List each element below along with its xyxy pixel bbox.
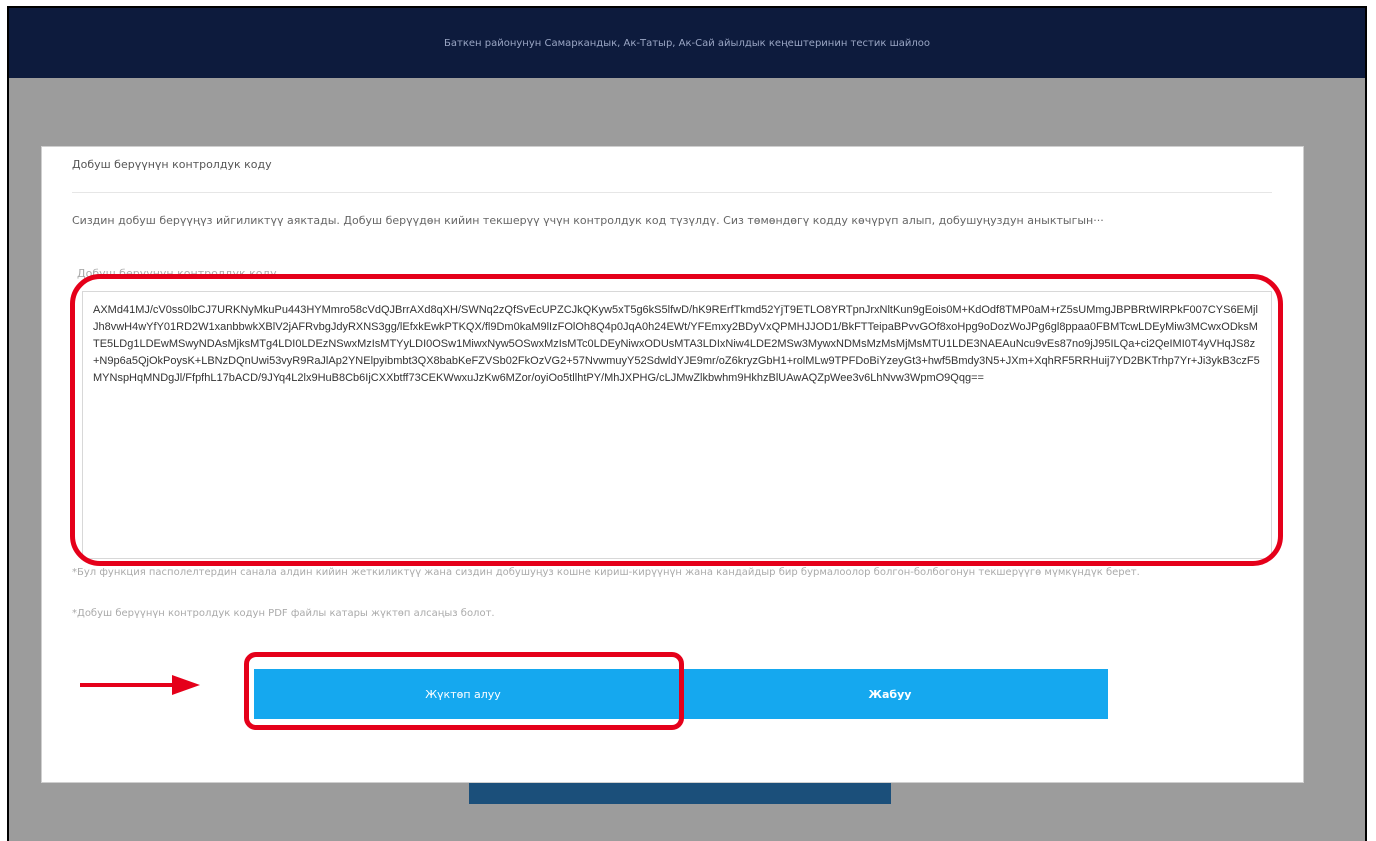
control-code-label: Добуш берүүнүн контролдук коду (77, 267, 277, 280)
control-code-modal: Добуш берүүнүн контролдук коду Сиздин до… (41, 146, 1304, 783)
header-title: Баткен районунун Самаркандык, Ак-Татыр, … (444, 37, 930, 49)
modal-title: Добуш берүүнүн контролдук коду (72, 158, 272, 171)
divider (72, 192, 1272, 193)
control-code-field[interactable]: AXMd41MJ/cV0ss0lbCJ7URKNyMkuPu443HYMmro5… (82, 291, 1272, 559)
note-pdf: *Добуш берүүнүн контролдук кодун PDF фай… (72, 608, 495, 619)
download-button[interactable]: Жүктөп алуу (254, 669, 672, 719)
arrow-right-icon (80, 675, 200, 695)
app-window: Баткен районунун Самаркандык, Ак-Татыр, … (7, 6, 1367, 841)
note-verification: *Бул функция пасполелтердин санала алдин… (72, 567, 1140, 578)
close-button[interactable]: Жабуу (672, 669, 1108, 719)
header-bar: Баткен районунун Самаркандык, Ак-Татыр, … (9, 8, 1365, 78)
modal-description: Сиздин добуш берүүңүз ийгиликтүү аяктады… (72, 214, 1104, 227)
